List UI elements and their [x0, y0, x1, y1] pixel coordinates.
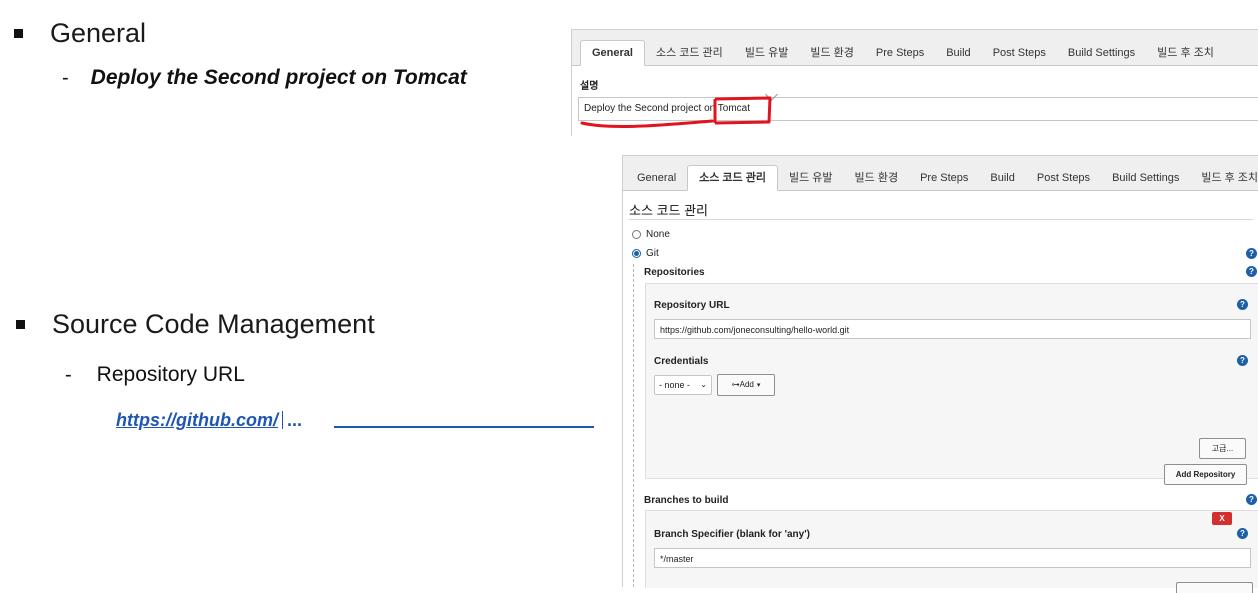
- tab-post-steps[interactable]: Post Steps: [982, 41, 1057, 65]
- repositories-label: Repositories: [644, 267, 705, 278]
- tab-pre-steps[interactable]: Pre Steps: [909, 166, 979, 190]
- git-label: Git: [646, 248, 659, 259]
- tab-post-build[interactable]: 빌드 후 조치: [1146, 41, 1225, 65]
- divider: [629, 219, 1253, 220]
- scm-none-option[interactable]: None: [632, 229, 670, 240]
- dash: -: [62, 66, 69, 89]
- chevron-down-icon: ⌄: [700, 380, 707, 389]
- tab-bar: General 소스 코드 관리 빌드 유발 빌드 환경 Pre Steps B…: [623, 156, 1258, 191]
- git-radio[interactable]: [632, 249, 641, 258]
- help-icon[interactable]: ?: [1237, 528, 1248, 539]
- branch-spec-label: Branch Specifier (blank for 'any'): [654, 529, 810, 540]
- tab-source-code[interactable]: 소스 코드 관리: [645, 41, 734, 65]
- tab-build-env[interactable]: 빌드 환경: [844, 166, 910, 190]
- tab-general[interactable]: General: [580, 40, 645, 66]
- help-icon[interactable]: ?: [1237, 299, 1248, 310]
- bullet-square-icon: [14, 29, 23, 38]
- add-credentials-button[interactable]: ⊶Add ▾: [717, 374, 775, 396]
- tab-build[interactable]: Build: [979, 166, 1025, 190]
- add-button-label: Add: [739, 380, 754, 389]
- text-cursor: [281, 411, 283, 429]
- tab-post-steps[interactable]: Post Steps: [1026, 166, 1101, 190]
- none-radio[interactable]: [632, 230, 641, 239]
- credentials-select[interactable]: - none - ⌄: [654, 375, 712, 395]
- tab-build-env[interactable]: 빌드 환경: [799, 41, 865, 65]
- tab-bar: General 소스 코드 관리 빌드 유발 빌드 환경 Pre Steps B…: [572, 30, 1258, 66]
- bullet-square-icon: [16, 320, 25, 329]
- general-desc-row: - Deploy the Second project on Tomcat: [62, 66, 467, 90]
- dash: -: [65, 363, 72, 386]
- tab-build[interactable]: Build: [935, 41, 981, 65]
- help-icon[interactable]: ?: [1237, 355, 1248, 366]
- help-icon[interactable]: ?: [1246, 266, 1257, 277]
- caret-down-icon: ▾: [756, 382, 761, 389]
- branches-label: Branches to build: [644, 495, 729, 506]
- credentials-label: Credentials: [654, 356, 709, 367]
- tab-build-triggers[interactable]: 빌드 유발: [734, 41, 800, 65]
- scm-sub-row: - Repository URL: [65, 363, 245, 387]
- add-branch-button[interactable]: [1176, 582, 1253, 593]
- general-config-panel: General 소스 코드 관리 빌드 유발 빌드 환경 Pre Steps B…: [571, 29, 1258, 136]
- annotation-underline: [580, 96, 772, 128]
- repo-link[interactable]: https://github.com/: [116, 410, 278, 430]
- tab-pre-steps[interactable]: Pre Steps: [865, 41, 935, 65]
- scm-config-panel: General 소스 코드 관리 빌드 유발 빌드 환경 Pre Steps B…: [622, 155, 1258, 593]
- repo-link-row: https://github.com/...: [116, 410, 594, 431]
- tab-build-settings[interactable]: Build Settings: [1057, 41, 1146, 65]
- tab-source-code[interactable]: 소스 코드 관리: [687, 165, 778, 191]
- repo-url-heading: Repository URL: [96, 363, 245, 386]
- branch-spec-input[interactable]: */master: [654, 548, 1251, 568]
- section-heading: 소스 코드 관리: [629, 203, 708, 218]
- general-desc-text: Deploy the Second project on Tomcat: [90, 66, 467, 89]
- tab-post-build[interactable]: 빌드 후 조치: [1190, 166, 1258, 190]
- scm-bullet-row: Source Code Management: [16, 309, 375, 340]
- indent-guide: [633, 264, 634, 587]
- tab-build-triggers[interactable]: 빌드 유발: [778, 166, 844, 190]
- ellipsis: ...: [286, 410, 302, 430]
- none-label: None: [646, 229, 670, 240]
- key-icon: ⊶: [731, 380, 740, 389]
- add-repository-button[interactable]: Add Repository: [1164, 464, 1247, 485]
- general-bullet-row: General: [14, 18, 146, 49]
- repo-url-input[interactable]: https://github.com/joneconsulting/hello-…: [654, 319, 1251, 339]
- help-icon[interactable]: ?: [1246, 248, 1257, 259]
- link-underline-redacted: [334, 426, 594, 428]
- general-title: General: [50, 18, 147, 48]
- scm-git-option[interactable]: Git: [632, 248, 659, 259]
- help-icon[interactable]: ?: [1246, 494, 1257, 505]
- scm-title: Source Code Management: [52, 309, 375, 339]
- delete-branch-button[interactable]: X: [1212, 512, 1232, 525]
- tab-build-settings[interactable]: Build Settings: [1101, 166, 1190, 190]
- repository-box: Repository URL ? https://github.com/jone…: [645, 283, 1258, 485]
- repo-url-label: Repository URL: [654, 300, 730, 311]
- branch-box: X Branch Specifier (blank for 'any') ? *…: [645, 510, 1258, 593]
- credentials-select-value: - none -: [659, 380, 691, 390]
- advanced-button[interactable]: 고급...: [1199, 438, 1246, 459]
- tab-general[interactable]: General: [626, 166, 687, 190]
